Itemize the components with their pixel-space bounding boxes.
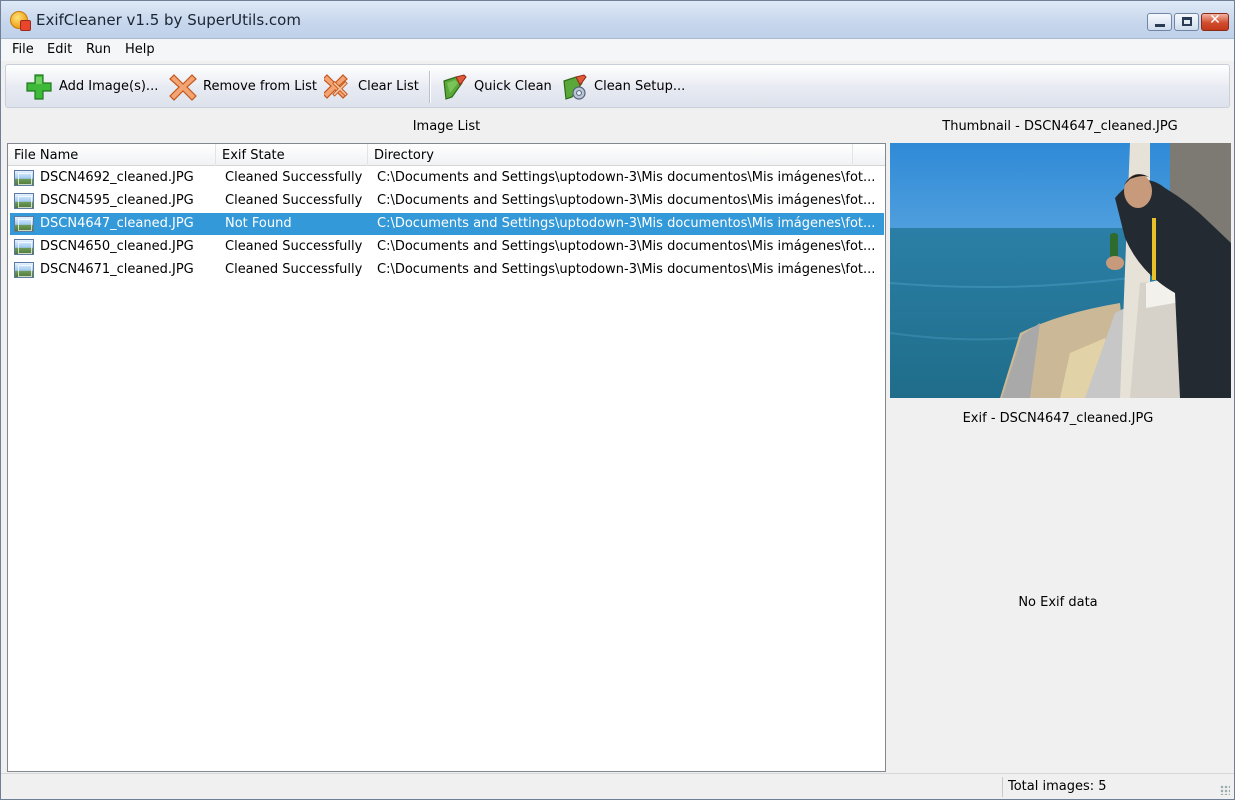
toolbar: Add Image(s)... Remove from List Clear L… (5, 64, 1230, 108)
image-list-header: Image List (412, 119, 481, 134)
list-header: File Name Exif State Directory (8, 144, 885, 166)
directory-cell: C:\Documents and Settings\uptodown-3\Mis… (377, 262, 876, 277)
exif-header: Exif - DSCN4647_cleaned.JPG (962, 411, 1154, 426)
image-list[interactable]: File Name Exif State Directory DSCN4692_… (7, 143, 886, 772)
window-title: ExifCleaner v1.5 by SuperUtils.com (36, 11, 301, 29)
close-button[interactable]: ✕ (1201, 12, 1229, 31)
exif-state-cell: Cleaned Successfully (225, 170, 363, 185)
remove-from-list-label: Remove from List (203, 79, 317, 94)
directory-cell: C:\Documents and Settings\uptodown-3\Mis… (377, 193, 876, 208)
table-row[interactable]: DSCN4692_cleaned.JPG Cleaned Successfull… (10, 167, 884, 189)
table-row[interactable]: DSCN4671_cleaned.JPG Cleaned Successfull… (10, 259, 884, 281)
menu-edit[interactable]: Edit (47, 42, 72, 57)
file-name-cell: DSCN4595_cleaned.JPG (40, 193, 194, 208)
column-exif-state[interactable]: Exif State (216, 144, 368, 166)
quick-clean-icon (443, 74, 467, 100)
remove-icon (169, 74, 197, 101)
file-name-cell: DSCN4647_cleaned.JPG (40, 216, 194, 231)
main-window: ExifCleaner v1.5 by SuperUtils.com ✕ Fil… (0, 0, 1235, 800)
toolbar-separator (429, 71, 431, 103)
directory-cell: C:\Documents and Settings\uptodown-3\Mis… (377, 170, 876, 185)
quick-clean-button[interactable]: Quick Clean (440, 71, 552, 103)
clean-setup-button[interactable]: Clean Setup... (560, 71, 685, 103)
image-file-icon (14, 239, 34, 255)
status-bar: Total images: 5 (1, 773, 1234, 799)
resize-grip-icon[interactable] (1220, 785, 1230, 795)
quick-clean-label: Quick Clean (474, 79, 552, 94)
add-images-label: Add Image(s)... (59, 79, 159, 94)
directory-cell: C:\Documents and Settings\uptodown-3\Mis… (377, 239, 876, 254)
file-name-cell: DSCN4692_cleaned.JPG (40, 170, 194, 185)
clear-list-label: Clear List (358, 79, 419, 94)
title-bar[interactable]: ExifCleaner v1.5 by SuperUtils.com ✕ (1, 1, 1234, 39)
file-name-cell: DSCN4650_cleaned.JPG (40, 239, 194, 254)
maximize-button[interactable] (1174, 13, 1199, 31)
add-images-button[interactable]: Add Image(s)... (25, 71, 160, 103)
image-file-icon (14, 262, 34, 278)
directory-cell: C:\Documents and Settings\uptodown-3\Mis… (377, 216, 876, 231)
app-icon (10, 11, 31, 31)
clear-list-button[interactable]: Clear List (324, 71, 424, 103)
image-file-icon (14, 193, 34, 209)
image-file-icon (14, 216, 34, 232)
no-exif-message: No Exif data (1018, 595, 1098, 610)
thumbnail-image (890, 143, 1231, 398)
menu-bar: File Edit Run Help (1, 39, 1234, 61)
column-directory[interactable]: Directory (368, 144, 853, 166)
exif-state-cell: Not Found (225, 216, 292, 231)
table-row[interactable]: DSCN4595_cleaned.JPG Cleaned Successfull… (10, 190, 884, 212)
clear-icon (324, 74, 348, 99)
status-separator (1002, 777, 1003, 797)
exif-state-cell: Cleaned Successfully (225, 239, 363, 254)
menu-help[interactable]: Help (125, 42, 155, 57)
column-file-name[interactable]: File Name (8, 144, 216, 166)
minimize-button[interactable] (1147, 13, 1172, 31)
exif-state-cell: Cleaned Successfully (225, 193, 363, 208)
menu-run[interactable]: Run (86, 42, 111, 57)
table-row[interactable]: DSCN4650_cleaned.JPG Cleaned Successfull… (10, 236, 884, 258)
clean-setup-label: Clean Setup... (594, 79, 686, 94)
thumbnail-header: Thumbnail - DSCN4647_cleaned.JPG (942, 119, 1178, 134)
file-name-cell: DSCN4671_cleaned.JPG (40, 262, 194, 277)
minimize-icon (1155, 24, 1165, 27)
menu-file[interactable]: File (12, 42, 34, 57)
total-images-count: Total images: 5 (1008, 779, 1107, 794)
table-row-selected[interactable]: DSCN4647_cleaned.JPG Not Found C:\Docume… (10, 213, 884, 235)
exif-state-cell: Cleaned Successfully (225, 262, 363, 277)
image-file-icon (14, 170, 34, 186)
clean-setup-icon (563, 74, 587, 100)
remove-from-list-button[interactable]: Remove from List (169, 71, 319, 103)
maximize-icon (1182, 17, 1192, 26)
close-icon: ✕ (1209, 12, 1221, 28)
add-icon (26, 74, 52, 100)
